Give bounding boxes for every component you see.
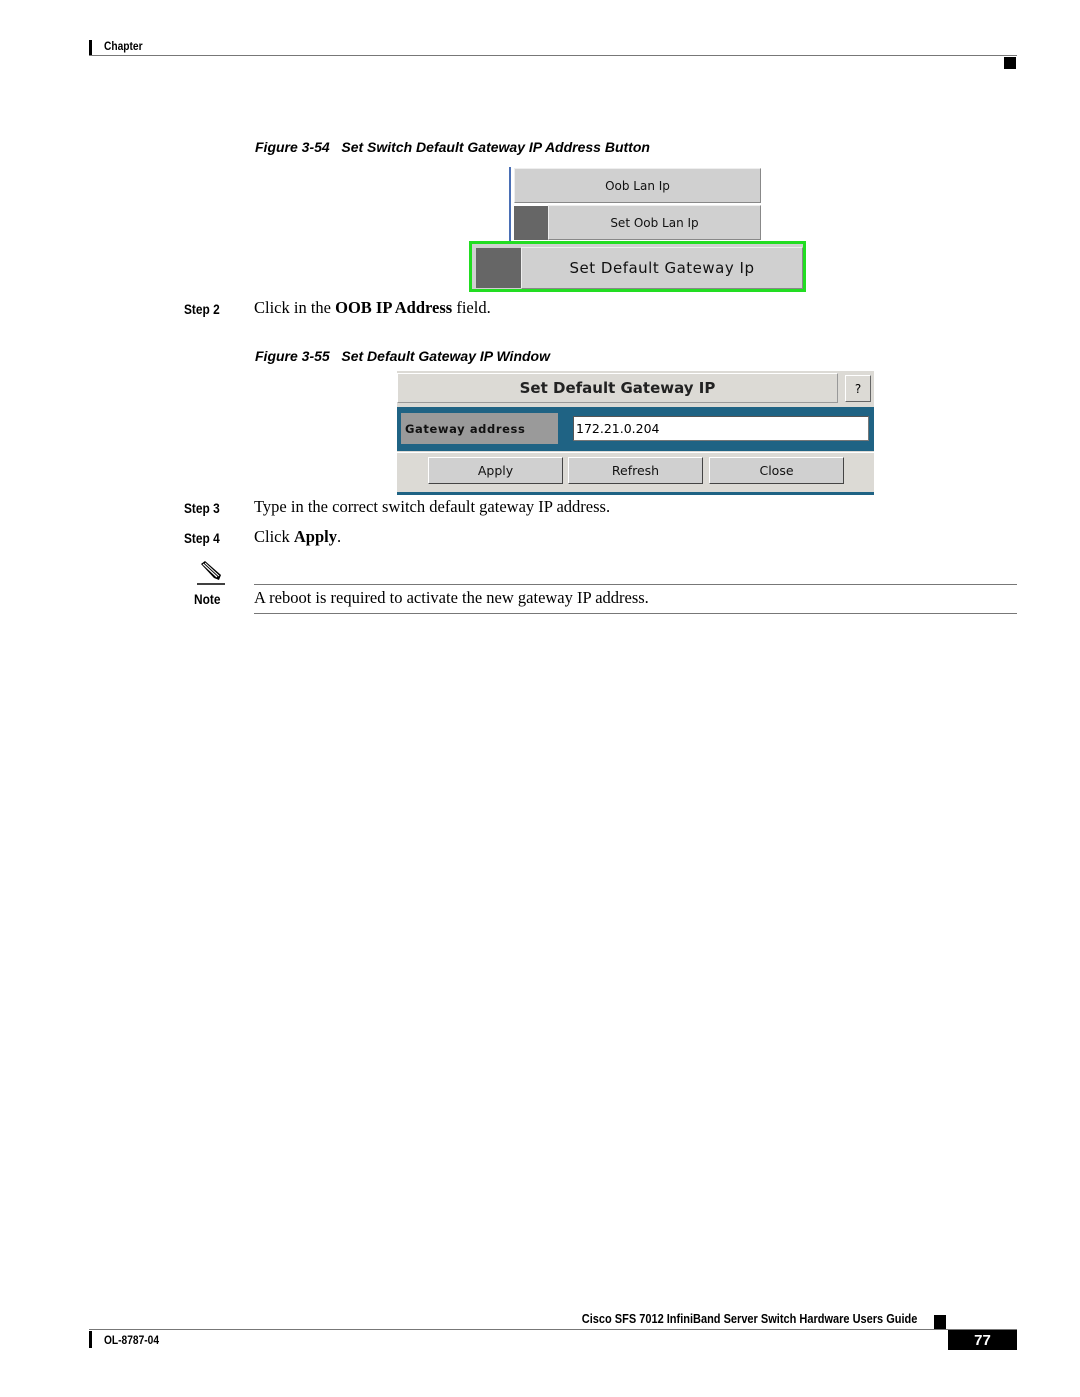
figure-54-title: Set Switch Default Gateway IP Address Bu… — [341, 139, 650, 155]
step-3-text: Type in the correct switch default gatew… — [254, 497, 611, 516]
note-label: Note — [194, 591, 221, 607]
doc-number: OL-8787-04 — [104, 1333, 159, 1347]
step-3-label: Step 3 — [184, 500, 220, 516]
header-rule — [89, 55, 1017, 56]
set-oob-lan-ip-button[interactable]: Set Oob Lan Ip — [548, 205, 761, 240]
figure-54-image: Oob Lan Ip Set Oob Lan Ip — [509, 167, 761, 242]
gateway-address-label: Gateway address — [401, 413, 558, 444]
figure-55-number: Figure 3-55 — [255, 348, 330, 364]
set-default-gateway-highlight: Set Default Gateway Ip — [469, 241, 806, 292]
note-bottom-rule — [254, 613, 1017, 614]
close-button[interactable]: Close — [709, 457, 844, 484]
button-indicator — [476, 248, 521, 288]
set-default-gateway-ip-button[interactable]: Set Default Gateway Ip — [521, 247, 803, 289]
page-number: 77 — [948, 1330, 1017, 1350]
gateway-address-input[interactable]: 172.21.0.204 — [573, 416, 869, 441]
help-button[interactable]: ? — [845, 375, 871, 402]
guide-title: Cisco SFS 7012 InfiniBand Server Switch … — [581, 1312, 917, 1326]
step-4-text: Click Apply. — [254, 527, 341, 547]
chapter-label: Chapter — [104, 39, 143, 53]
step-4-text-post: . — [336, 527, 342, 546]
step-2-text-post: field. — [452, 298, 491, 317]
figure-55-caption: Figure 3-55 Set Default Gateway IP Windo… — [255, 348, 550, 364]
step-2-text-pre: Click in the — [254, 298, 336, 317]
step-2-text-bold: OOB IP Address — [335, 298, 453, 317]
figure-55-title: Set Default Gateway IP Window — [341, 348, 550, 364]
refresh-button[interactable]: Refresh — [568, 457, 703, 484]
step-2-text: Click in the OOB IP Address field. — [254, 298, 491, 318]
figure-54-number: Figure 3-54 — [255, 139, 330, 155]
step-2-label: Step 2 — [184, 301, 220, 317]
footer-rule — [89, 1329, 1017, 1330]
step-4-text-bold: Apply — [293, 527, 337, 546]
pencil-icon — [197, 561, 225, 585]
step-4-label: Step 4 — [184, 530, 220, 546]
header-bar — [89, 40, 92, 56]
note-top-rule — [254, 584, 1017, 585]
step-4-text-pre: Click — [254, 527, 294, 546]
window-title: Set Default Gateway IP — [397, 373, 838, 403]
note-text: A reboot is required to activate the new… — [254, 588, 649, 607]
header-block — [1004, 57, 1016, 69]
set-default-gateway-window: Set Default Gateway IP ? Gateway address… — [397, 371, 874, 495]
apply-button[interactable]: Apply — [428, 457, 563, 484]
window-bottom-border — [397, 492, 874, 495]
figure-54-caption: Figure 3-54 Set Switch Default Gateway I… — [255, 139, 650, 155]
footer-block — [934, 1315, 946, 1329]
button-indicator — [514, 206, 548, 240]
footer-bar — [89, 1331, 92, 1348]
oob-lan-ip-button[interactable]: Oob Lan Ip — [514, 168, 761, 203]
